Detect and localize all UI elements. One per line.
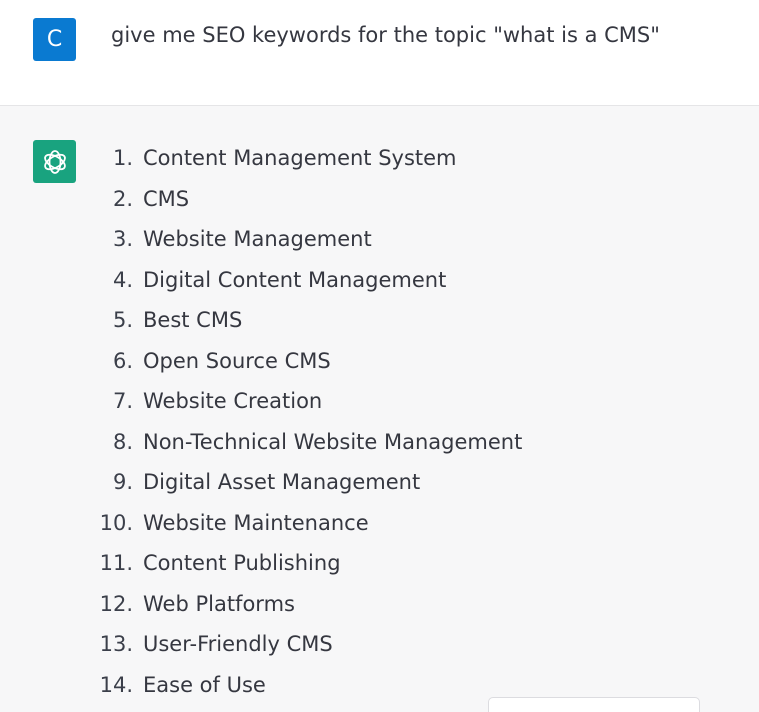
assistant-message-row: 1. Content Management System 2. CMS 3. Websit… [0, 106, 759, 712]
list-item-text: Website Maintenance [143, 510, 369, 535]
list-item: 6. Open Source CMS [95, 349, 522, 390]
list-item: 11. Content Publishing [95, 551, 522, 592]
list-item: 1. Content Management System [95, 146, 522, 187]
list-item-text: Content Publishing [143, 551, 341, 575]
list-item: 10. Website Maintenance [95, 511, 522, 552]
list-item-number: 6. [112, 348, 133, 373]
list-item-number: 12. [99, 591, 133, 616]
list-item-number: 2. [112, 186, 133, 211]
list-item: 12. Web Platforms [95, 592, 522, 633]
list-item-number: 11. [99, 551, 133, 575]
list-item-number: 1. [112, 146, 133, 170]
list-item-number: 8. [112, 429, 133, 454]
list-item-text: Content Management System [143, 146, 457, 170]
list-item: 9. Digital Asset Management [95, 470, 522, 511]
list-item-text: CMS [143, 186, 190, 211]
list-item-number: 13. [99, 632, 133, 656]
list-item: 3. Website Management [95, 227, 522, 268]
list-item-number: 14. [99, 672, 133, 697]
list-item-text: User-Friendly CMS [143, 632, 333, 656]
user-message-text: give me SEO keywords for the topic "what… [111, 23, 660, 47]
openai-logo-svg [43, 149, 66, 174]
list-item-number: 3. [112, 227, 133, 251]
list-item-number: 9. [112, 470, 133, 494]
list-item-text: Website Management [143, 227, 372, 251]
user-message-row: C give me SEO keywords for the topic "wh… [0, 0, 759, 106]
list-item-text: Non-Technical Website Management [143, 429, 523, 454]
list-item: 5. Best CMS [95, 308, 522, 349]
list-item-number: 4. [112, 267, 133, 292]
list-item-text: Website Creation [143, 389, 323, 413]
user-avatar: C [33, 18, 76, 61]
list-item: 8. Non-Technical Website Management [95, 430, 522, 471]
list-item-text: Digital Content Management [143, 267, 447, 292]
list-item-text: Open Source CMS [143, 348, 331, 373]
regenerate-button-partial[interactable] [488, 697, 700, 712]
list-item: 4. Digital Content Management [95, 268, 522, 309]
list-item: 7. Website Creation [95, 389, 522, 430]
chat-page: C give me SEO keywords for the topic "wh… [0, 0, 759, 712]
list-item-text: Best CMS [143, 308, 243, 332]
list-item-text: Web Platforms [143, 591, 295, 616]
list-item-text: Digital Asset Management [143, 470, 421, 494]
list-item-number: 5. [112, 308, 133, 332]
list-item-number: 10. [99, 510, 133, 535]
list-item-number: 7. [112, 389, 133, 413]
list-item-text: Ease of Use [143, 672, 266, 697]
keyword-list: 1. Content Management System 2. CMS 3. Websit… [95, 146, 523, 712]
list-item: 2. CMS [95, 187, 522, 228]
openai-logo-icon [33, 140, 76, 183]
list-item: 14. Ease of Use [95, 673, 522, 712]
list-item: 13. User-Friendly CMS [95, 632, 522, 673]
